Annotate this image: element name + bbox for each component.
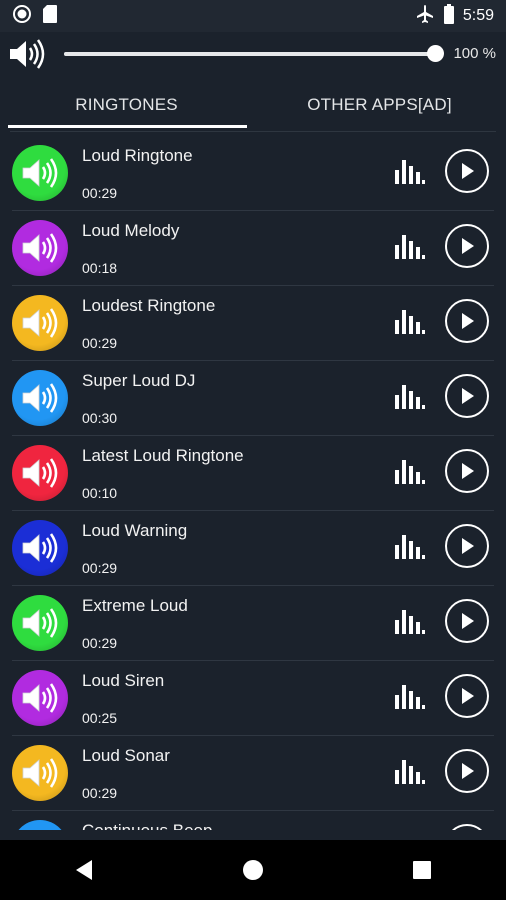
- play-icon: [462, 313, 474, 329]
- ringtone-duration: 00:10: [82, 485, 118, 501]
- play-icon: [462, 163, 474, 179]
- volume-slider-fill: [64, 52, 436, 56]
- tab-other-apps[interactable]: OTHER APPS[AD]: [253, 80, 506, 130]
- play-button[interactable]: [445, 749, 489, 793]
- status-bar: 5:59: [0, 0, 506, 32]
- equalizer-icon[interactable]: [394, 533, 426, 564]
- play-button[interactable]: [445, 524, 489, 568]
- tab-bar: RINGTONES OTHER APPS[AD]: [0, 80, 506, 130]
- tab-ringtones[interactable]: RINGTONES: [0, 80, 253, 130]
- speaker-icon: [12, 745, 68, 801]
- play-icon: [462, 688, 474, 704]
- ringtone-row[interactable]: Loud Sonar 00:29: [12, 736, 494, 811]
- speaker-icon: [12, 820, 68, 830]
- ringtone-title: Loudest Ringtone: [82, 296, 216, 315]
- speaker-icon: [12, 445, 68, 501]
- equalizer-icon[interactable]: [394, 683, 426, 714]
- ringtone-duration: 00:25: [82, 710, 118, 726]
- speaker-icon: [12, 670, 68, 726]
- ringtone-duration: 00:29: [82, 635, 118, 651]
- ringtone-title: Loud Melody: [82, 221, 180, 240]
- equalizer-icon[interactable]: [394, 383, 426, 414]
- play-button[interactable]: [445, 149, 489, 193]
- ringtone-row[interactable]: Latest Loud Ringtone 00:10: [12, 436, 494, 511]
- ringtone-row[interactable]: Extreme Loud 00:29: [12, 586, 494, 661]
- speaker-icon: [12, 295, 68, 351]
- sd-card-icon: [42, 4, 58, 29]
- recents-icon[interactable]: [392, 850, 452, 890]
- play-button[interactable]: [445, 449, 489, 493]
- ringtone-duration: 00:30: [82, 410, 118, 426]
- ringtone-list[interactable]: Loud Ringtone 00:29 Loud Melody 00:18 Lo…: [0, 136, 506, 830]
- speaker-icon: [12, 595, 68, 651]
- play-icon: [462, 763, 474, 779]
- equalizer-icon[interactable]: [394, 308, 426, 339]
- ringtone-row[interactable]: Super Loud DJ 00:30: [12, 361, 494, 436]
- play-icon: [462, 613, 474, 629]
- speaker-icon: [12, 220, 68, 276]
- ringtone-title: Loud Warning: [82, 521, 188, 540]
- play-icon: [462, 538, 474, 554]
- tab-divider: [10, 131, 496, 132]
- status-right: 5:59: [415, 3, 506, 29]
- speaker-icon: [12, 370, 68, 426]
- battery-icon: [443, 3, 455, 29]
- ringtone-row[interactable]: Loud Siren 00:25: [12, 661, 494, 736]
- status-time: 5:59: [462, 7, 494, 24]
- play-button[interactable]: [445, 824, 489, 830]
- ringtone-title: Super Loud DJ: [82, 371, 196, 390]
- ringtone-title: Loud Ringtone: [82, 146, 193, 165]
- ringtone-duration: 00:18: [82, 260, 118, 276]
- ringtone-duration: 00:29: [82, 335, 118, 351]
- equalizer-icon[interactable]: [394, 758, 426, 789]
- volume-percent: 100 %: [453, 45, 496, 62]
- ringtone-title: Continuous Beep: [82, 821, 212, 830]
- equalizer-icon[interactable]: [394, 233, 426, 264]
- airplane-mode-icon: [415, 4, 435, 29]
- ringtone-title: Latest Loud Ringtone: [82, 446, 244, 465]
- back-icon[interactable]: [54, 850, 114, 890]
- ringtone-duration: 00:29: [82, 560, 118, 576]
- play-icon: [462, 238, 474, 254]
- play-button[interactable]: [445, 599, 489, 643]
- ringtone-row[interactable]: Loudest Ringtone 00:29: [12, 286, 494, 361]
- speaker-icon: [12, 520, 68, 576]
- ringtone-title: Loud Sonar: [82, 746, 170, 765]
- ringtone-title: Extreme Loud: [82, 596, 188, 615]
- ringtone-duration: 00:29: [82, 185, 118, 201]
- volume-slider-thumb[interactable]: [427, 45, 444, 62]
- navigation-bar: [0, 840, 506, 900]
- ringtone-title: Loud Siren: [82, 671, 165, 690]
- play-icon: [462, 463, 474, 479]
- speaker-icon[interactable]: [8, 38, 46, 75]
- speaker-icon: [12, 145, 68, 201]
- ringtone-duration: 00:29: [82, 785, 118, 801]
- play-button[interactable]: [445, 374, 489, 418]
- ringtone-row[interactable]: Continuous Beep: [12, 811, 494, 830]
- status-left: [0, 4, 58, 29]
- volume-slider[interactable]: [64, 45, 444, 62]
- equalizer-icon[interactable]: [394, 458, 426, 489]
- home-icon[interactable]: [223, 850, 283, 890]
- play-icon: [462, 388, 474, 404]
- ringtone-row[interactable]: Loud Ringtone 00:29: [12, 136, 494, 211]
- play-button[interactable]: [445, 674, 489, 718]
- ringtone-row[interactable]: Loud Warning 00:29: [12, 511, 494, 586]
- record-icon: [12, 4, 32, 29]
- equalizer-icon[interactable]: [394, 158, 426, 189]
- play-button[interactable]: [445, 224, 489, 268]
- volume-row: 100 %: [0, 32, 506, 78]
- equalizer-icon[interactable]: [394, 608, 426, 639]
- ringtone-row[interactable]: Loud Melody 00:18: [12, 211, 494, 286]
- play-button[interactable]: [445, 299, 489, 343]
